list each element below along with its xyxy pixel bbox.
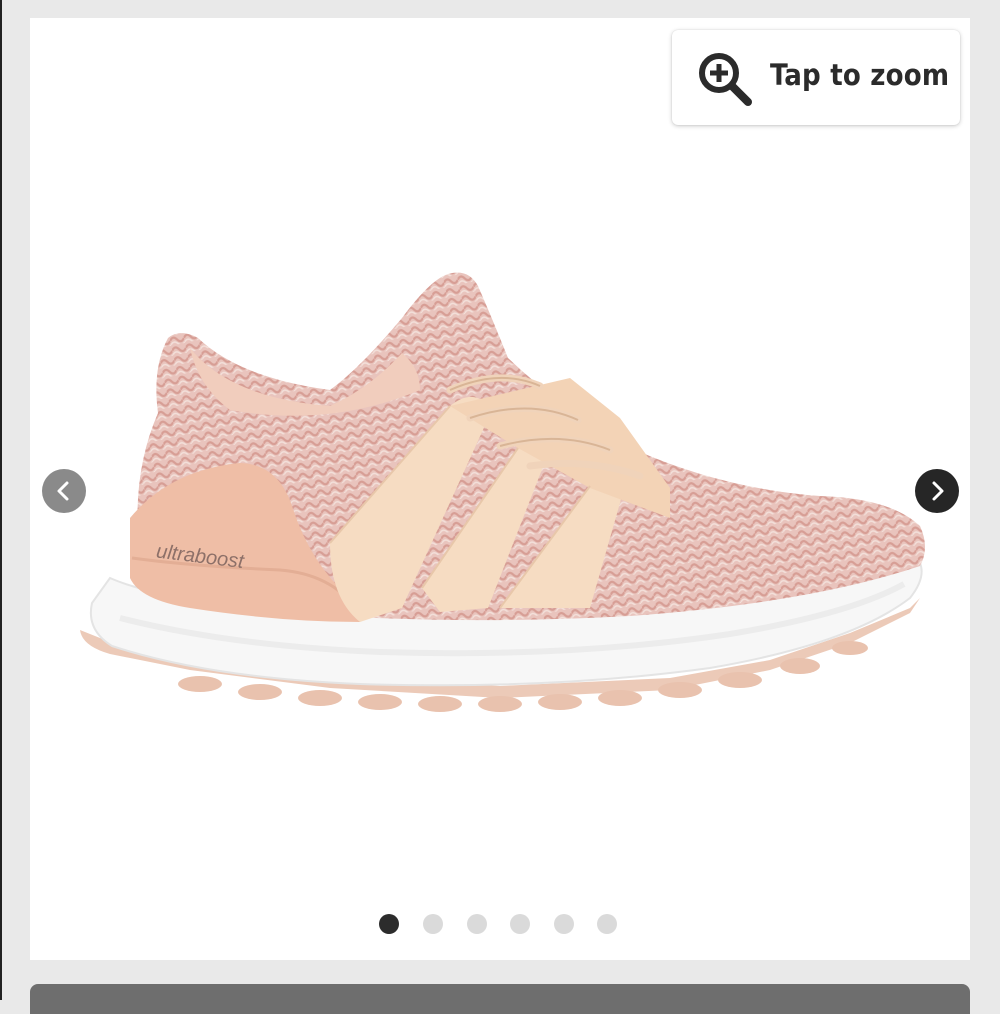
product-image-card[interactable]: ultraboost Tap to zoom: [30, 18, 970, 960]
carousel-dot-6[interactable]: [597, 914, 617, 934]
carousel-dot-3[interactable]: [467, 914, 487, 934]
carousel-dot-4[interactable]: [510, 914, 530, 934]
chevron-left-icon: [57, 481, 69, 501]
carousel-dot-2[interactable]: [423, 914, 443, 934]
carousel-dot-5[interactable]: [554, 914, 574, 934]
bottom-action-bar[interactable]: [30, 984, 970, 1014]
zoom-label: Tap to zoom: [770, 58, 950, 92]
tap-to-zoom-button[interactable]: Tap to zoom: [672, 30, 960, 125]
next-image-button[interactable]: [915, 469, 959, 513]
left-edge-line: [0, 0, 2, 1000]
previous-image-button[interactable]: [42, 469, 86, 513]
zoom-in-icon: [699, 53, 752, 106]
carousel-dot-1[interactable]: [379, 914, 399, 934]
product-image[interactable]: ultraboost: [30, 18, 970, 960]
chevron-right-icon: [932, 481, 944, 501]
